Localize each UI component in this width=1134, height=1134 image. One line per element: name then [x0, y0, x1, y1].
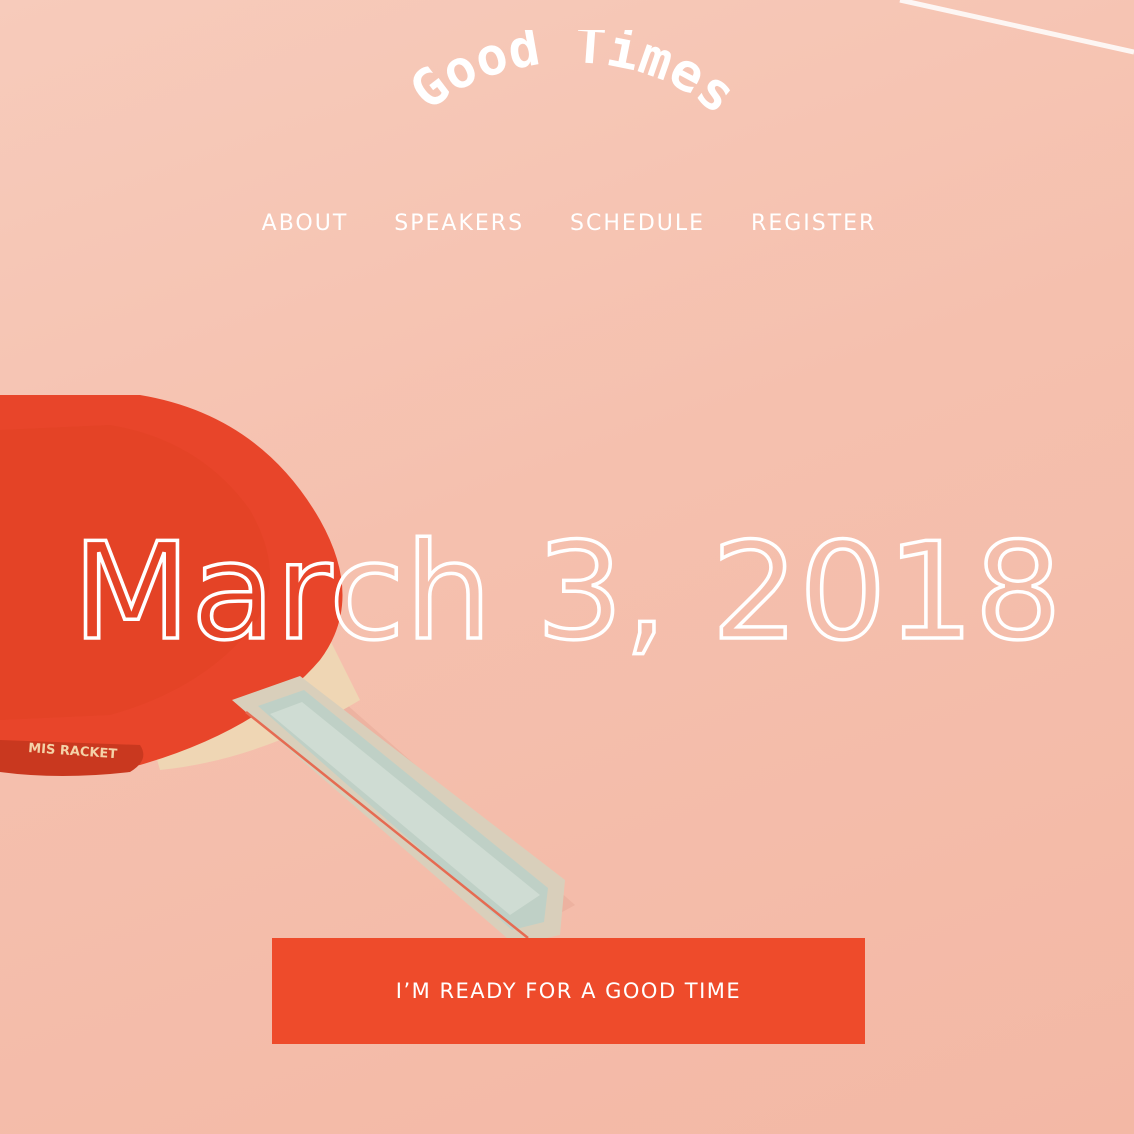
nav-link-register[interactable]: REGISTER	[751, 209, 876, 239]
register-cta-button[interactable]: I’M READY FOR A GOOD TIME	[272, 938, 865, 1044]
main-nav: ABOUT SPEAKERS SCHEDULE REGISTER	[0, 209, 1134, 239]
event-date: March 3, 2018	[70, 512, 1064, 670]
site-logo[interactable]: Good Times	[367, 15, 767, 180]
svg-text:Good Times: Good Times	[400, 30, 748, 126]
nav-link-speakers[interactable]: SPEAKERS	[394, 209, 524, 239]
hero-background: MIS RACKET Good Times ABOUT SPEAKERS SCH…	[0, 0, 1134, 1134]
event-date-text: March 3, 2018	[72, 514, 1062, 670]
logo-text: Good Times	[400, 15, 748, 126]
nav-link-about[interactable]: ABOUT	[262, 209, 349, 239]
nav-link-schedule[interactable]: SCHEDULE	[570, 209, 705, 239]
